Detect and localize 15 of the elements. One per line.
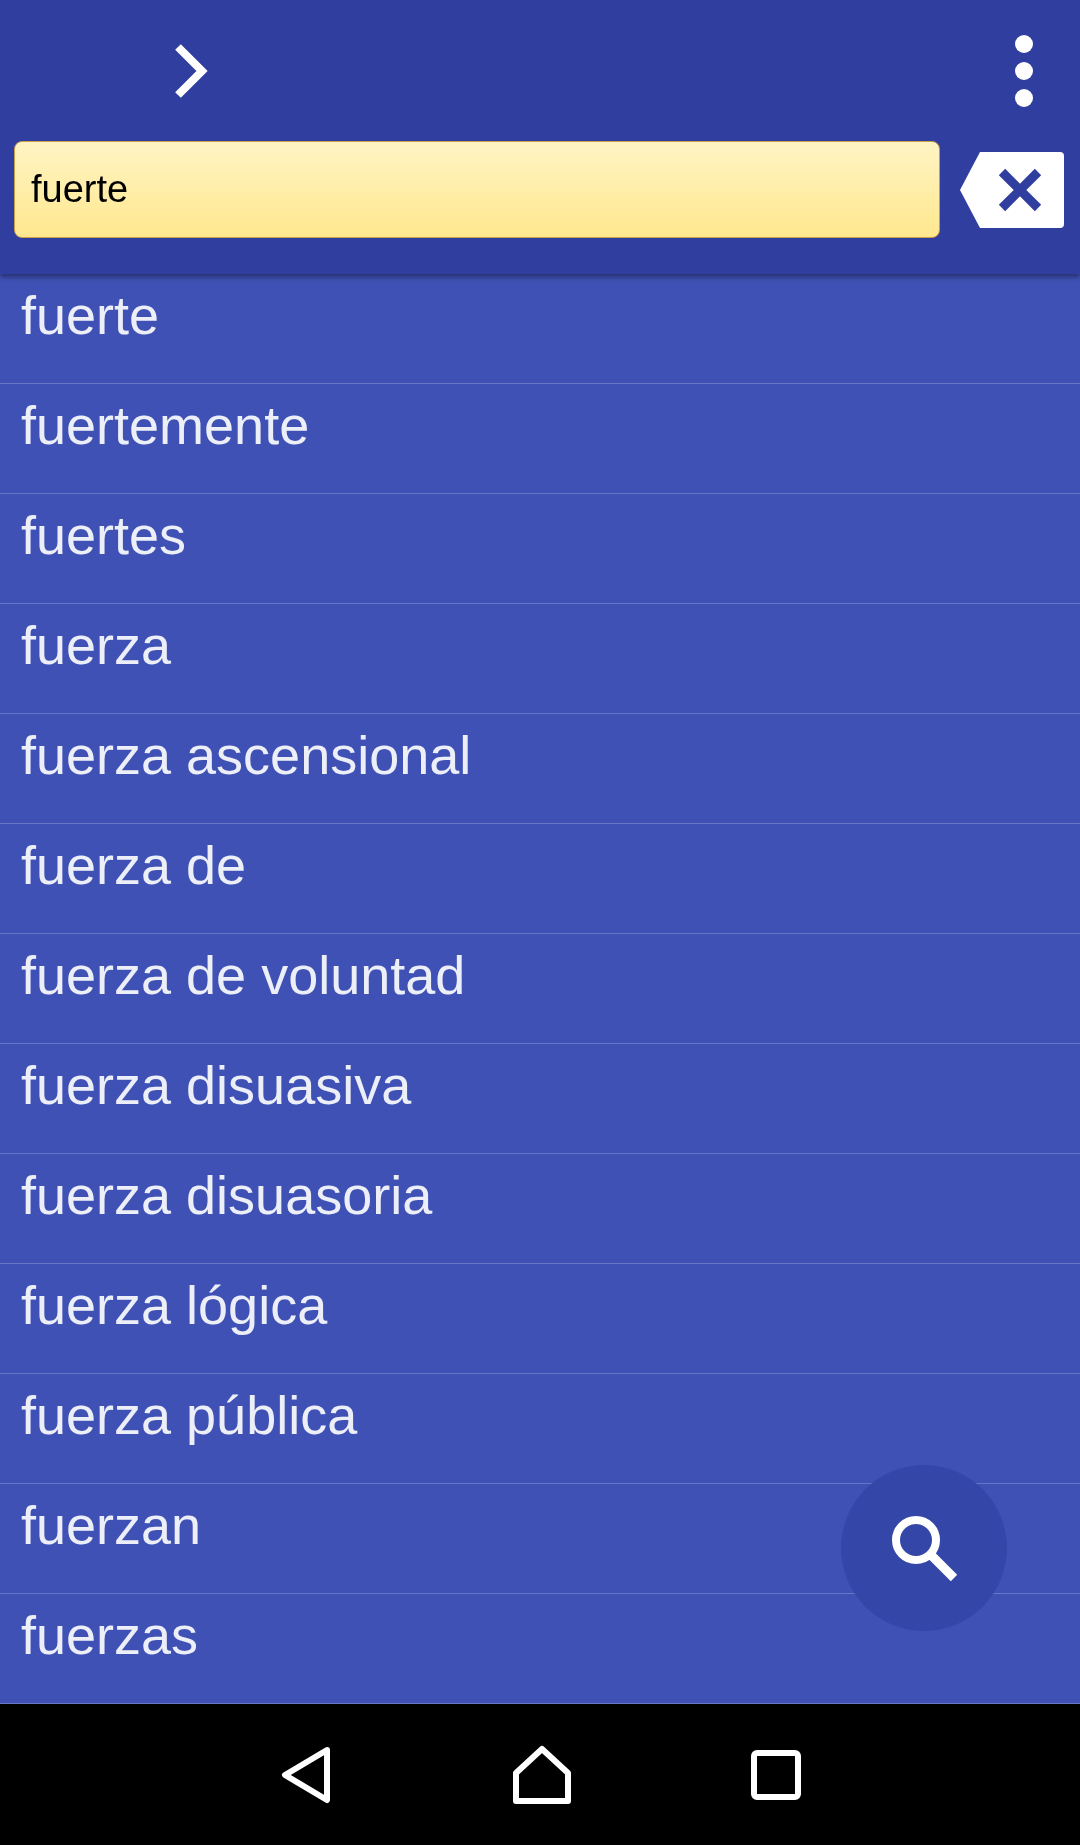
result-item[interactable]: fuerza de (0, 824, 1080, 935)
result-item[interactable]: fuerte (0, 274, 1080, 385)
menu-icon[interactable] (1014, 33, 1034, 108)
result-item[interactable]: fuerza disuasiva (0, 1044, 1080, 1155)
search-field[interactable]: fuerte (14, 141, 940, 238)
result-item[interactable]: fuerza disuasoria (0, 1154, 1080, 1265)
result-item[interactable]: fuerza ascensional (0, 714, 1080, 825)
clear-icon[interactable] (958, 149, 1066, 230)
result-item[interactable]: fuertes (0, 494, 1080, 605)
result-item[interactable]: fuerza de voluntad (0, 934, 1080, 1045)
result-item[interactable]: fuerza (0, 604, 1080, 715)
result-item[interactable]: fuerza lógica (0, 1264, 1080, 1375)
recents-icon[interactable] (750, 1749, 801, 1800)
result-item[interactable]: fuertemente (0, 384, 1080, 495)
home-icon[interactable] (512, 1744, 572, 1805)
